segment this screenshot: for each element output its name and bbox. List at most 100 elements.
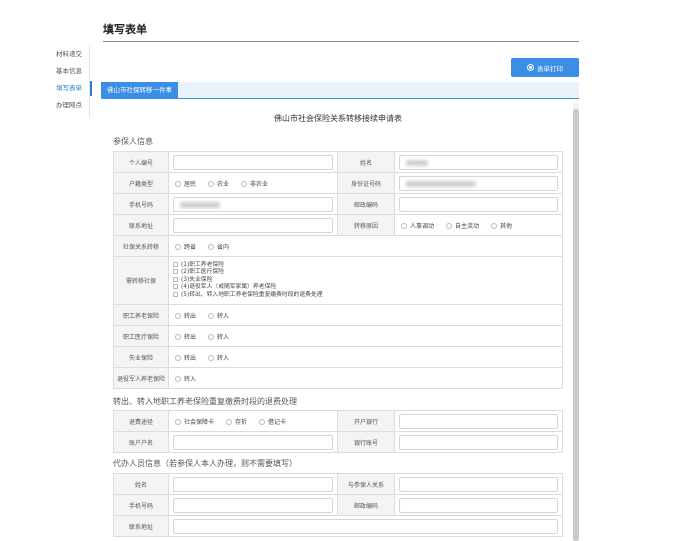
radio-method-debit[interactable]: 借记卡	[257, 417, 286, 426]
radio-icon	[401, 223, 407, 229]
label-veteran: 退役军人养老保险	[113, 367, 169, 389]
radio-label: 转出	[184, 312, 197, 320]
checkbox-refund[interactable]: (5)转出、转入地职工养老保险重复缴费时段的退费处理	[173, 291, 558, 300]
checkbox-icon	[173, 284, 178, 290]
agent-name-input[interactable]	[173, 476, 333, 492]
radio-medical-in[interactable]: 转入	[206, 332, 229, 341]
scrollbar[interactable]	[573, 103, 579, 541]
checkbox-icon	[173, 291, 178, 297]
radio-label: 转出	[184, 354, 197, 362]
label-needed: 需转移社保	[113, 256, 169, 305]
radio-icon	[259, 419, 266, 425]
left-nav: 材料递交 基本信息 填写表单 办理网点	[50, 46, 92, 114]
insured-table: 个人编号 姓名 户籍类型 居民 农业 非农业 身份证号码 手机号码 邮政编码 联系地…	[113, 151, 563, 389]
label-agent-address: 联系地址	[113, 515, 169, 537]
id-no-input[interactable]	[399, 175, 558, 191]
radio-label: 人事调动	[410, 222, 435, 230]
nav-divider	[89, 46, 90, 118]
agent-table: 姓名 与参保人关系 手机号码 邮政编码 联系地址	[113, 473, 563, 537]
radio-icon	[175, 376, 181, 382]
radio-unemployment-in[interactable]: 转入	[206, 353, 229, 362]
radio-method-card[interactable]: 社会保障卡	[173, 417, 214, 426]
radio-label: 转入	[217, 312, 230, 320]
nav-item-outlets[interactable]: 办理网点	[50, 97, 90, 114]
print-icon	[527, 64, 534, 71]
account-name-input[interactable]	[173, 434, 333, 450]
agent-phone-input[interactable]	[173, 497, 333, 513]
radio-veteran-in[interactable]: 转入	[173, 374, 196, 383]
radio-label: 借记卡	[268, 418, 287, 426]
checkbox-icon	[173, 276, 178, 282]
radio-label: 非农业	[250, 180, 269, 188]
label-agent-relation: 与参保人关系	[337, 473, 395, 495]
radio-hukou-resident[interactable]: 居民	[173, 179, 196, 188]
agent-relation-input[interactable]	[399, 476, 558, 492]
radio-label: 省内	[217, 243, 230, 251]
redacted-value	[180, 201, 220, 208]
label-hukou-type: 户籍类型	[113, 172, 169, 194]
label-unemployment: 失业保险	[113, 346, 169, 368]
print-button-label: 表单打印	[537, 64, 563, 73]
checkbox-veteran[interactable]: (4)退役军人（或随军家属）养老保险	[173, 284, 558, 292]
account-no-input[interactable]	[399, 434, 558, 450]
radio-reason-other[interactable]: 其他	[489, 221, 512, 230]
page-title: 填写表单	[103, 23, 147, 36]
scrollbar-thumb[interactable]	[573, 109, 579, 541]
label-phone: 手机号码	[113, 193, 169, 215]
radio-icon	[175, 419, 181, 425]
label-medical: 职工医疗保险	[113, 325, 169, 347]
radio-medical-out[interactable]: 转出	[173, 332, 196, 341]
agent-postcode-input[interactable]	[399, 497, 558, 513]
radio-reason-voluntary[interactable]: 自主流动	[444, 221, 479, 230]
personal-no-input[interactable]	[173, 154, 333, 170]
radio-unemployment-out[interactable]: 转出	[173, 353, 196, 362]
label-name: 姓名	[337, 151, 395, 173]
radio-reason-transfer[interactable]: 人事调动	[399, 221, 434, 230]
name-input[interactable]	[399, 154, 558, 170]
radio-icon	[208, 244, 215, 250]
phone-input[interactable]	[173, 196, 333, 212]
radio-pension-out[interactable]: 转出	[173, 311, 196, 320]
radio-icon	[491, 223, 498, 229]
agent-address-input[interactable]	[173, 518, 558, 534]
postcode-input[interactable]	[399, 196, 558, 212]
radio-label: 农业	[217, 180, 230, 188]
tab-social-transfer[interactable]: 佛山市社保转移一件事	[101, 82, 178, 99]
radio-label: 转入	[217, 333, 230, 341]
label-agent-name: 姓名	[113, 473, 169, 495]
radio-method-passbook[interactable]: 存折	[224, 417, 247, 426]
radio-transfer-in-province[interactable]: 省内	[206, 242, 229, 251]
label-refund-method: 退费途径	[113, 410, 169, 432]
radio-icon	[208, 181, 215, 187]
radio-label: 存折	[235, 418, 248, 426]
checkbox-medical[interactable]: (2)职工医疗保险	[173, 269, 558, 277]
address-input[interactable]	[173, 217, 333, 233]
label-account-name: 账户户名	[113, 431, 169, 453]
print-button[interactable]: 表单打印	[511, 58, 579, 77]
checkbox-pension[interactable]: (1)职工养老保险	[173, 261, 558, 270]
nav-item-materials[interactable]: 材料递交	[50, 46, 90, 63]
nav-item-basic-info[interactable]: 基本信息	[50, 63, 90, 80]
checkbox-label: (2)职工医疗保险	[181, 269, 224, 276]
radio-icon	[175, 244, 181, 250]
nav-item-fill-form[interactable]: 填写表单	[50, 80, 92, 97]
label-reason: 转移原因	[337, 214, 395, 236]
radio-label: 转入	[217, 354, 230, 362]
tab-bar: 佛山市社保转移一件事	[101, 82, 579, 99]
radio-transfer-cross-province[interactable]: 跨省	[173, 242, 196, 251]
label-transfer: 社保关系转移	[113, 235, 169, 257]
bank-input[interactable]	[399, 413, 558, 429]
radio-label: 自主流动	[455, 222, 480, 230]
radio-icon	[208, 313, 215, 319]
label-id-no: 身份证号码	[337, 172, 395, 194]
radio-label: 其他	[500, 222, 513, 230]
label-agent-postcode: 邮政编码	[337, 494, 395, 516]
radio-hukou-nonagri[interactable]: 非农业	[239, 179, 268, 188]
checkbox-label: (3)失业保险	[181, 276, 213, 283]
radio-hukou-agri[interactable]: 农业	[206, 179, 229, 188]
radio-pension-in[interactable]: 转入	[206, 311, 229, 320]
radio-icon	[175, 181, 181, 187]
radio-label: 跨省	[184, 243, 197, 251]
label-postcode: 邮政编码	[337, 193, 395, 215]
label-agent-phone: 手机号码	[113, 494, 169, 516]
